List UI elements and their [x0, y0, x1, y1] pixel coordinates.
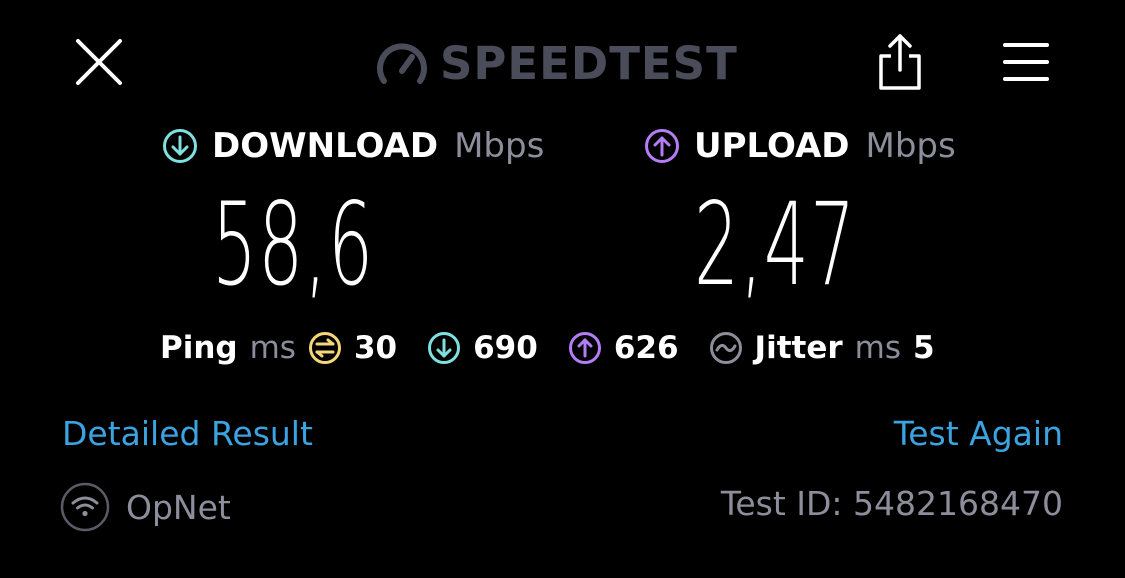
ping-icon-wrap: [308, 331, 342, 365]
upload-speed-value: 2,47: [694, 178, 857, 311]
upload-latency-value: 626: [613, 330, 679, 366]
close-button[interactable]: [70, 33, 128, 91]
latency-row: Ping ms 30 690 626 Jitter ms 5: [160, 326, 935, 370]
test-again-link[interactable]: Test Again: [894, 414, 1063, 453]
upload-heading: UPLOAD Mbps: [644, 124, 956, 168]
download-heading: DOWNLOAD Mbps: [162, 124, 544, 168]
jitter-value: 5: [913, 330, 935, 366]
download-latency-value: 690: [473, 330, 538, 366]
jitter: Jitter ms 5: [709, 330, 935, 366]
share-button[interactable]: [872, 30, 928, 92]
download-arrow-icon: [163, 129, 197, 163]
test-id: Test ID: 5482168470: [720, 484, 1063, 523]
speedtest-logo: SPEEDTEST: [376, 36, 738, 90]
upload-latency: 626: [568, 330, 679, 366]
provider-info: OpNet: [60, 482, 231, 532]
download-latency: 690: [427, 330, 538, 366]
ping-icon: [308, 332, 341, 364]
download-latency-icon: [428, 332, 461, 364]
download-unit: Mbps: [454, 126, 545, 166]
jitter-icon: [709, 332, 742, 364]
upload-label: UPLOAD: [694, 126, 850, 166]
hamburger-menu-icon: [1003, 43, 1049, 81]
upload-unit: Mbps: [865, 126, 956, 166]
wifi-icon: [60, 482, 110, 532]
jitter-label: Jitter: [754, 330, 843, 366]
upload-latency-icon: [568, 332, 601, 364]
ping-unit: ms: [249, 330, 296, 366]
download-speed-value: 58,6: [212, 178, 375, 311]
menu-button[interactable]: [998, 36, 1054, 88]
jitter-unit: ms: [854, 330, 902, 366]
share-icon: [879, 34, 921, 90]
detailed-result-link[interactable]: Detailed Result: [62, 414, 313, 453]
brand-name: SPEEDTEST: [440, 36, 738, 90]
download-label: DOWNLOAD: [212, 126, 439, 166]
speedometer-icon: [377, 43, 427, 84]
close-icon: [76, 39, 122, 85]
upload-arrow-icon: [645, 129, 679, 163]
ping-label: Ping: [160, 330, 238, 366]
ping-value: 30: [353, 330, 398, 366]
provider-name: OpNet: [126, 487, 231, 527]
